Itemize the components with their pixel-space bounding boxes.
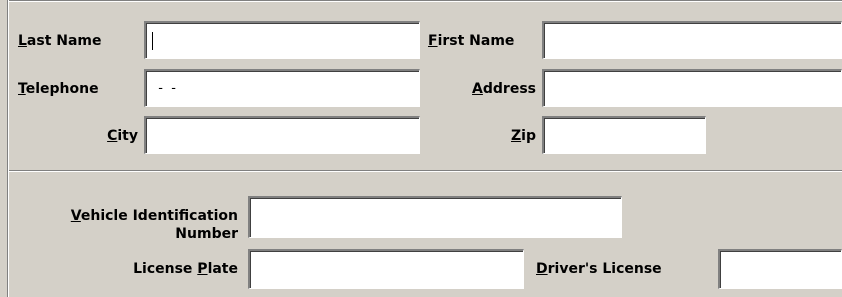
license-plate-input[interactable]: [248, 249, 524, 289]
first-name-label-text: irst Name: [437, 33, 515, 49]
window-left-edge: [7, 0, 9, 297]
first-name-access-key: F: [428, 33, 438, 49]
telephone-input[interactable]: [144, 69, 420, 107]
zip-access-key: Z: [511, 128, 522, 144]
last-name-access-key: L: [18, 33, 27, 49]
last-name-input[interactable]: [144, 21, 420, 59]
license-plate-access-key: P: [197, 261, 208, 277]
section-divider: [9, 170, 842, 172]
vin-label-text: ehicle Identification: [80, 208, 238, 224]
last-name-label-text: ast Name: [26, 33, 102, 49]
zip-label: Zip: [440, 128, 536, 144]
telephone-label-text: elephone: [25, 81, 99, 97]
text-caret: [152, 32, 153, 50]
drivers-license-label: Driver's License: [536, 261, 662, 277]
window-top-edge: [7, 0, 842, 2]
first-name-input[interactable]: [542, 21, 842, 59]
license-plate-label: License Plate: [14, 261, 238, 277]
first-name-label: First Name: [428, 33, 514, 49]
drivers-license-input[interactable]: [718, 249, 842, 289]
telephone-label: Telephone: [18, 81, 99, 97]
license-plate-label-text: late: [207, 261, 238, 277]
vin-input[interactable]: [248, 196, 622, 238]
city-access-key: C: [107, 128, 118, 144]
city-input[interactable]: [144, 116, 420, 154]
vin-label-line1: Vehicle Identification: [14, 208, 238, 224]
license-plate-label-prefix: License: [133, 261, 198, 277]
telephone-access-key: T: [18, 81, 26, 97]
vin-label-line2: Number: [175, 226, 238, 242]
city-label-text: ity: [117, 128, 138, 144]
city-label: City: [30, 128, 138, 144]
zip-input[interactable]: [542, 116, 706, 154]
vin-access-key: V: [70, 208, 81, 224]
address-access-key: A: [472, 81, 483, 97]
last-name-label: Last Name: [18, 33, 102, 49]
drivers-license-label-text: river's License: [547, 261, 662, 277]
zip-label-text: ip: [521, 128, 536, 144]
address-label-text: ddress: [482, 81, 536, 97]
address-input[interactable]: [542, 69, 842, 107]
address-label: Address: [440, 81, 536, 97]
drivers-license-access-key: D: [536, 261, 548, 277]
